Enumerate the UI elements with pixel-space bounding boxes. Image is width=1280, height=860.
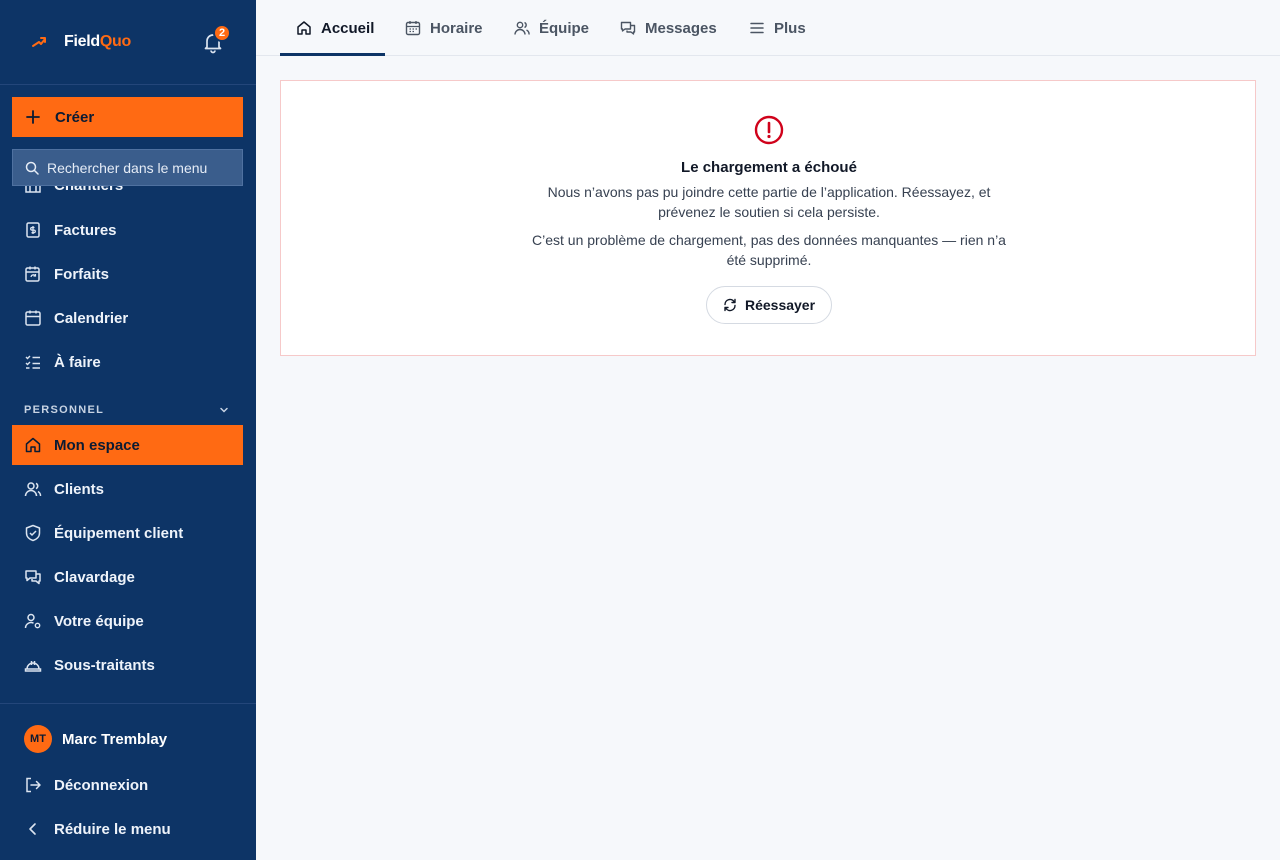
notification-count-badge: 2 — [213, 24, 231, 42]
chat-icon — [620, 21, 636, 35]
collapse-menu-button[interactable]: Réduire le menu — [12, 809, 243, 849]
sidebar-item-calendrier[interactable]: Calendrier — [12, 298, 243, 338]
users-icon — [514, 21, 530, 35]
sidebar-item-label: Factures — [54, 221, 117, 239]
error-note: C’est un problème de chargement, pas des… — [532, 232, 1006, 268]
sidebar-item-label: Clients — [54, 480, 105, 498]
sidebar-item-factures[interactable]: Factures — [12, 210, 243, 250]
sidebar-item-forfaits[interactable]: Forfaits — [12, 254, 243, 294]
brand-header: FieldQuo 2 — [0, 0, 256, 85]
sidebar-menu[interactable]: Chantiers Factures Forfaits Calendrier À… — [0, 172, 256, 702]
search-icon — [25, 161, 39, 175]
sidebar-item-votre-equipe[interactable]: Votre équipe — [12, 601, 243, 641]
chevron-left-icon — [29, 823, 36, 835]
retry-button[interactable]: Réessayer — [706, 286, 832, 324]
menu-search-input[interactable] — [47, 159, 237, 176]
hard-hat-icon — [24, 661, 42, 672]
users-icon — [24, 482, 42, 497]
sidebar-item-label: Sous-traitants — [54, 656, 155, 674]
home-icon — [297, 21, 311, 35]
sidebar-item-sous-traitants[interactable]: Sous-traitants — [12, 645, 243, 685]
error-message: Nous n’avons pas pu joindre cette partie… — [547, 184, 991, 220]
logo-arrow-icon — [32, 37, 46, 47]
plus-icon — [26, 110, 40, 124]
error-panel: Le chargement a échoué Nous n’avons pas … — [280, 80, 1256, 356]
sidebar-item-label: Forfaits — [54, 265, 110, 283]
shield-check-icon — [25, 524, 41, 542]
chat-icon — [25, 570, 41, 585]
avatar[interactable]: MT — [24, 725, 52, 753]
sidebar-item-label: Équipement client — [54, 524, 184, 542]
sidebar-item-label: Mon espace — [54, 436, 140, 454]
menu-search[interactable] — [12, 149, 243, 186]
sidebar-item-a-faire[interactable]: À faire — [12, 342, 243, 382]
sidebar: FieldQuo 2 Créer Chantiers Factures Forf… — [0, 0, 256, 860]
tab-accueil[interactable]: Accueil — [296, 0, 374, 56]
refresh-icon — [724, 298, 736, 312]
sidebar-item-clients[interactable]: Clients — [12, 469, 243, 509]
create-button[interactable]: Créer — [12, 97, 243, 137]
package-refresh-icon — [25, 266, 40, 282]
calendar-icon — [25, 310, 41, 326]
invoice-dollar-icon — [26, 222, 40, 238]
home-icon — [25, 437, 41, 453]
logout-icon — [26, 777, 41, 793]
user-name[interactable]: Marc Tremblay — [62, 731, 167, 748]
error-alert-icon — [754, 115, 784, 145]
menu-icon — [750, 22, 764, 34]
active-tab-indicator — [280, 53, 385, 56]
tab-horaire[interactable]: Horaire — [405, 0, 483, 56]
sidebar-item-label: Clavardage — [54, 568, 135, 586]
top-navigation: Accueil Horaire Équipe Messages Plus — [256, 0, 1280, 56]
brand-logo[interactable]: FieldQuo — [64, 33, 131, 51]
section-label-personnel: PERSONNEL — [24, 404, 105, 416]
sidebar-item-label: Calendrier — [54, 309, 129, 327]
sidebar-item-label: À faire — [54, 353, 101, 371]
checklist-icon — [25, 355, 40, 369]
sidebar-item-mon-espace[interactable]: Mon espace — [12, 425, 243, 465]
tab-equipe[interactable]: Équipe — [514, 0, 589, 56]
sidebar-footer: MT Marc Tremblay Déconnexion Réduire le … — [0, 703, 256, 860]
error-title: Le chargement a échoué — [681, 159, 857, 176]
sidebar-item-clavardage[interactable]: Clavardage — [12, 557, 243, 597]
sidebar-item-label: Votre équipe — [54, 612, 144, 630]
chevron-down-icon[interactable] — [218, 404, 230, 416]
calendar-icon — [405, 21, 421, 36]
user-gear-icon — [24, 613, 41, 629]
sidebar-item-equipement-client[interactable]: Équipement client — [12, 513, 243, 553]
tab-messages[interactable]: Messages — [620, 0, 717, 56]
tab-plus[interactable]: Plus — [749, 0, 806, 56]
logout-button[interactable]: Déconnexion — [12, 765, 243, 805]
